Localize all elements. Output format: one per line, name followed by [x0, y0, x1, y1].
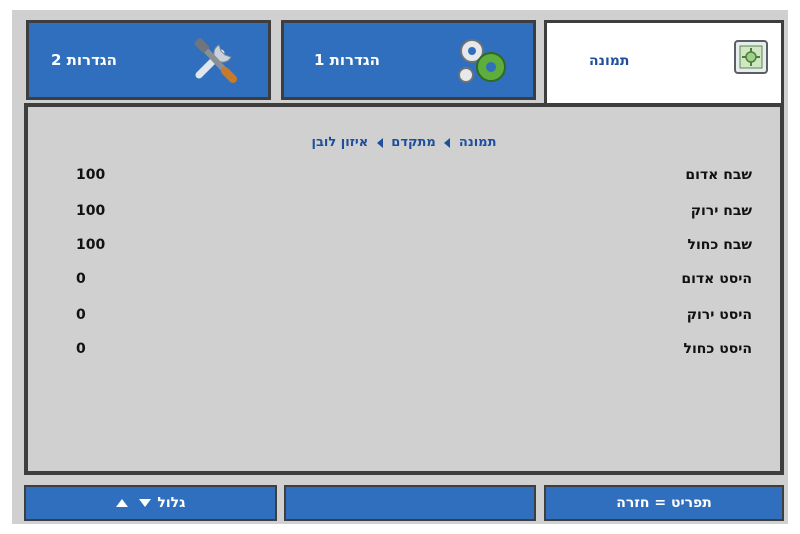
- scroll-label: גלול: [157, 495, 186, 511]
- gears-icon: [454, 33, 512, 93]
- setting-label: שבח ירוק: [690, 203, 752, 219]
- tab-settings-1-label: הגדרות 1: [314, 51, 380, 69]
- tab-picture[interactable]: תמונה: [544, 20, 784, 106]
- picture-icon: [733, 39, 769, 79]
- setting-label: היסט אדום: [681, 271, 752, 287]
- breadcrumb-item-picture: תמונה: [458, 135, 497, 150]
- breadcrumb-arrow-icon: [376, 137, 383, 148]
- arrow-up-icon: [115, 499, 128, 507]
- scroll-hint-button[interactable]: גלול: [24, 485, 277, 521]
- setting-value: 0: [76, 271, 86, 287]
- list-item[interactable]: 0 היסט ירוק: [36, 307, 772, 329]
- tab-settings-2[interactable]: הגדרות 2: [26, 20, 271, 100]
- setting-label: היסט ירוק: [686, 307, 752, 323]
- setting-value: 0: [76, 307, 86, 323]
- setting-label: שבח כחול: [687, 237, 752, 253]
- list-item[interactable]: 0 היסט אדום: [36, 271, 772, 293]
- setting-label: היסט כחול: [683, 341, 752, 357]
- list-item[interactable]: 100 שבח כחול: [36, 237, 772, 259]
- arrow-down-icon: [138, 499, 151, 507]
- list-item[interactable]: 100 שבח ירוק: [36, 203, 772, 225]
- tab-settings-2-label: הגדרות 2: [51, 51, 117, 69]
- menu-return-button[interactable]: תפריט = חזרה: [544, 485, 784, 521]
- breadcrumb-item-white-balance: איזון לובן: [311, 135, 369, 150]
- settings-panel: תמונה מתקדם איזון לובן 100 שבח אדום 100 …: [24, 103, 784, 475]
- list-item[interactable]: 0 היסט כחול: [36, 341, 772, 363]
- tab-settings-1[interactable]: הגדרות 1: [281, 20, 536, 100]
- menu-return-label: תפריט = חזרה: [616, 495, 712, 511]
- setting-label: שבח אדום: [685, 167, 752, 183]
- setting-value: 100: [76, 167, 106, 183]
- setting-value: 0: [76, 341, 86, 357]
- scroll-hint: גלול: [115, 495, 186, 511]
- list-item[interactable]: 100 שבח אדום: [36, 167, 772, 189]
- tab-picture-label: תמונה: [589, 53, 630, 69]
- breadcrumb-arrow-icon: [444, 137, 451, 148]
- bottom-bar-middle: [284, 485, 536, 521]
- setting-value: 100: [76, 203, 106, 219]
- tools-icon: [189, 35, 241, 91]
- breadcrumb-item-advanced: מתקדם: [391, 135, 436, 150]
- settings-panel-inner: תמונה מתקדם איזון לובן 100 שבח אדום 100 …: [36, 115, 772, 463]
- breadcrumb: תמונה מתקדם איזון לובן: [36, 135, 772, 150]
- setting-value: 100: [76, 237, 106, 253]
